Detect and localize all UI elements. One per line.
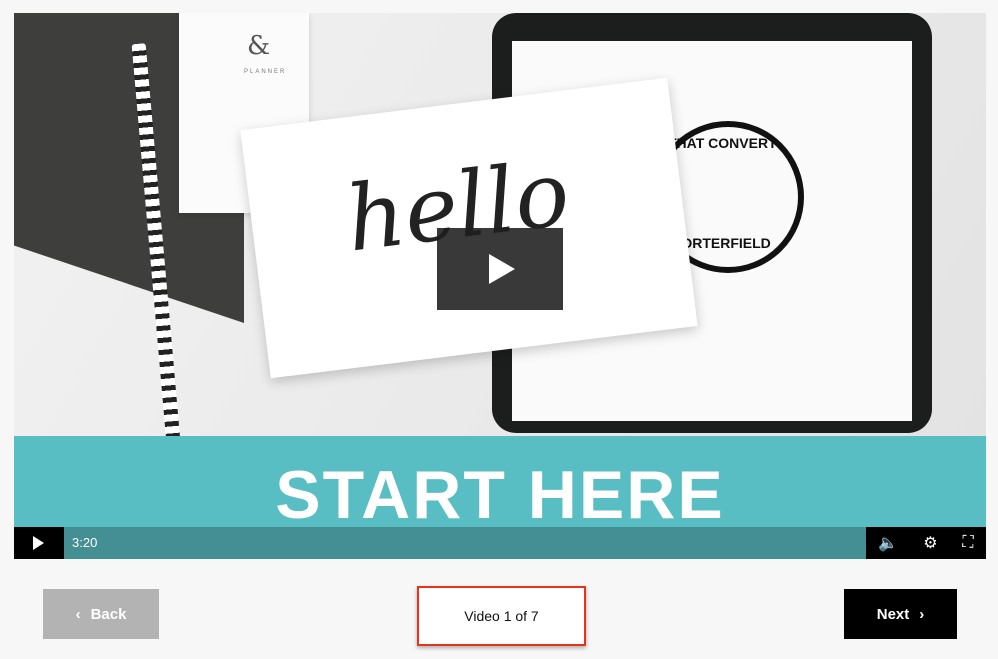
chevron-left-icon: ‹ xyxy=(75,605,81,623)
video-player[interactable]: & PLANNER THAT CONVERT PORTERFIELD hello… xyxy=(14,13,986,559)
fullscreen-icon[interactable]: ⛶ xyxy=(962,534,973,552)
big-play-button[interactable] xyxy=(437,228,563,310)
video-duration: 3:20 xyxy=(72,535,98,550)
next-button[interactable]: Next › xyxy=(844,589,957,639)
video-counter: Video 1 of 7 xyxy=(417,586,586,646)
volume-icon[interactable]: 🔈 xyxy=(878,533,898,553)
gear-icon[interactable]: ⚙ xyxy=(923,533,937,553)
video-control-bar[interactable]: 3:20 🔈 ⚙ ⛶ xyxy=(14,527,986,559)
play-icon[interactable] xyxy=(14,527,64,559)
back-button[interactable]: ‹ Back xyxy=(43,589,159,639)
video-thumbnail: & PLANNER THAT CONVERT PORTERFIELD hello xyxy=(14,13,986,443)
chevron-right-icon: › xyxy=(919,605,925,623)
start-here-banner: START HERE xyxy=(14,436,986,533)
